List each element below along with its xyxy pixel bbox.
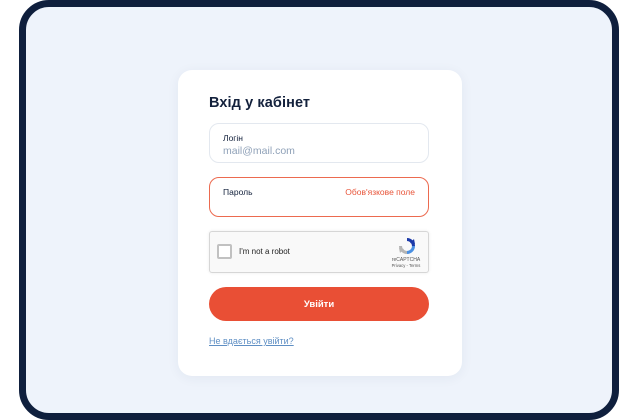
login-field-label: Логін [223,133,243,143]
captcha-links[interactable]: Privacy - Terms [386,263,426,268]
page-title: Вхід у кабінет [209,95,311,111]
cannot-login-link[interactable]: Не вдається увійти? [209,336,294,346]
captcha-label: I'm not a robot [239,247,290,256]
password-error-text: Обов'язкове поле [345,187,415,197]
recaptcha-widget: I'm not a robot reCAPTCHA Privacy - Term… [209,231,429,273]
password-field-label: Пароль [223,187,253,197]
login-input[interactable]: mail@mail.com [223,145,295,157]
login-card: Вхід у кабінет Логін mail@mail.com Парол… [178,70,462,376]
password-field[interactable]: Пароль Обов'язкове поле [209,177,429,217]
login-button[interactable]: Увійти [209,287,429,321]
captcha-checkbox[interactable] [217,244,232,259]
recaptcha-icon [399,238,415,254]
login-field[interactable]: Логін mail@mail.com [209,123,429,163]
